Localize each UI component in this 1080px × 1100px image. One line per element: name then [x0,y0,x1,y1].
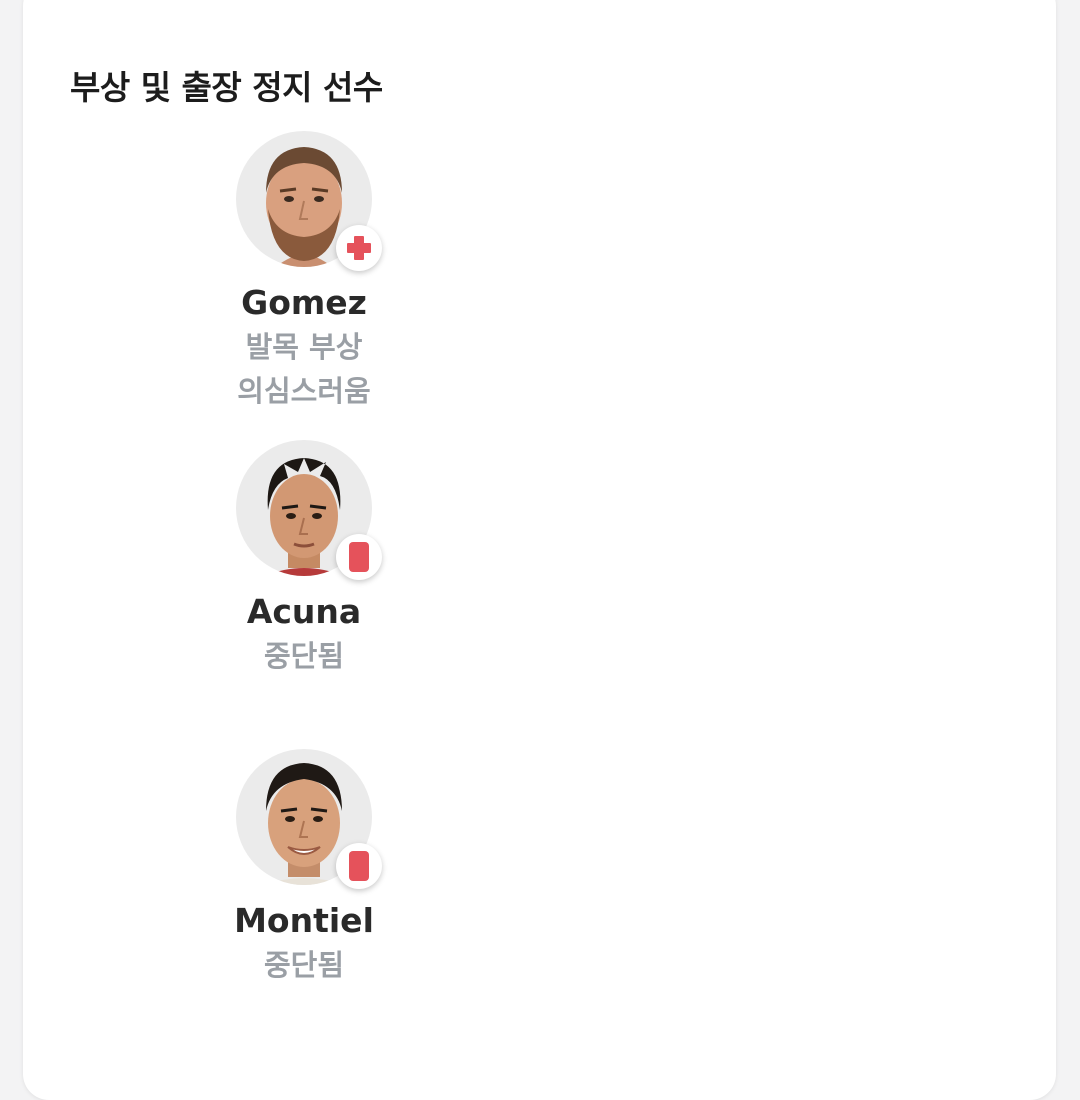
red-card-icon [349,542,369,572]
status-badge [336,534,382,580]
status-text: 발목 부상 [245,330,363,364]
player-name: Acuna [246,592,362,631]
player-name: Montiel [234,901,374,940]
avatar-container [236,440,382,580]
status-text: 의심스러움 [237,374,371,408]
status-badge [336,843,382,889]
player-item[interactable]: Montiel 중단됨 [224,749,384,987]
section-title: 부상 및 출장 정지 선수 [70,68,383,107]
avatar-container [236,749,382,889]
player-name: Gomez [241,283,367,322]
status-text: 중단됨 [263,639,345,673]
status-badge [336,225,382,271]
status-text: 중단됨 [263,948,345,982]
red-card-icon [349,851,369,881]
injuries-suspensions-card: 부상 및 출장 정지 선수 [23,0,1056,1100]
avatar-container [236,131,382,271]
injury-cross-icon [347,236,371,260]
player-item[interactable]: Gomez 발목 부상 의심스러움 [224,131,384,413]
player-item[interactable]: Acuna 중단됨 [224,440,384,678]
